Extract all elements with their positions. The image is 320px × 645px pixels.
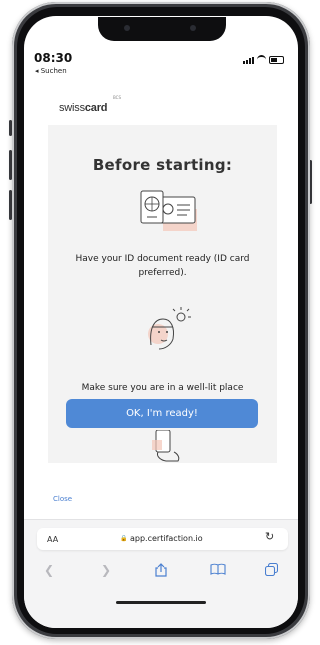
- ok-ready-button[interactable]: OK, I'm ready!: [66, 399, 258, 428]
- swisscard-logo: swisscard: [59, 102, 108, 114]
- reload-icon[interactable]: ↻: [265, 530, 274, 543]
- onboarding-title: Before starting:: [92, 156, 233, 174]
- face-lighting-illustration: [148, 307, 191, 350]
- battery-icon: [269, 56, 284, 64]
- back-icon[interactable]: ❮: [44, 563, 54, 577]
- lock-icon: 🔒: [120, 535, 128, 542]
- forward-icon[interactable]: ❯: [101, 563, 111, 577]
- share-icon[interactable]: [155, 563, 167, 577]
- text-size-button[interactable]: AA: [47, 535, 58, 544]
- step-lighting: Make sure you are in a well-lit place: [81, 383, 244, 393]
- status-icons: [243, 55, 284, 64]
- logo-superscript: BCS: [113, 95, 122, 100]
- status-time: 08:30: [34, 51, 73, 65]
- phone-screen: 08:30 ◂ Suchen swisscard BCS Before star…: [24, 16, 298, 628]
- back-to-search-link[interactable]: ◂ Suchen: [35, 67, 67, 75]
- id-card-illustration: [140, 190, 197, 231]
- close-link[interactable]: Close: [53, 495, 72, 503]
- hand-phone-illustration: [152, 430, 180, 462]
- step-id-document: Have your ID document ready (ID card pre…: [75, 254, 250, 278]
- home-indicator[interactable]: [116, 601, 206, 604]
- tabs-icon[interactable]: [265, 563, 278, 576]
- sensor-icon: [124, 25, 130, 31]
- phone-notch: [98, 17, 226, 41]
- url-text[interactable]: app.certifaction.io: [130, 534, 203, 543]
- wifi-icon: [257, 55, 266, 64]
- logo-regular: swiss: [59, 102, 85, 114]
- camera-icon: [190, 25, 196, 31]
- bookmarks-icon[interactable]: [210, 563, 226, 575]
- logo-bold: card: [84, 102, 108, 114]
- signal-icon: [243, 57, 254, 64]
